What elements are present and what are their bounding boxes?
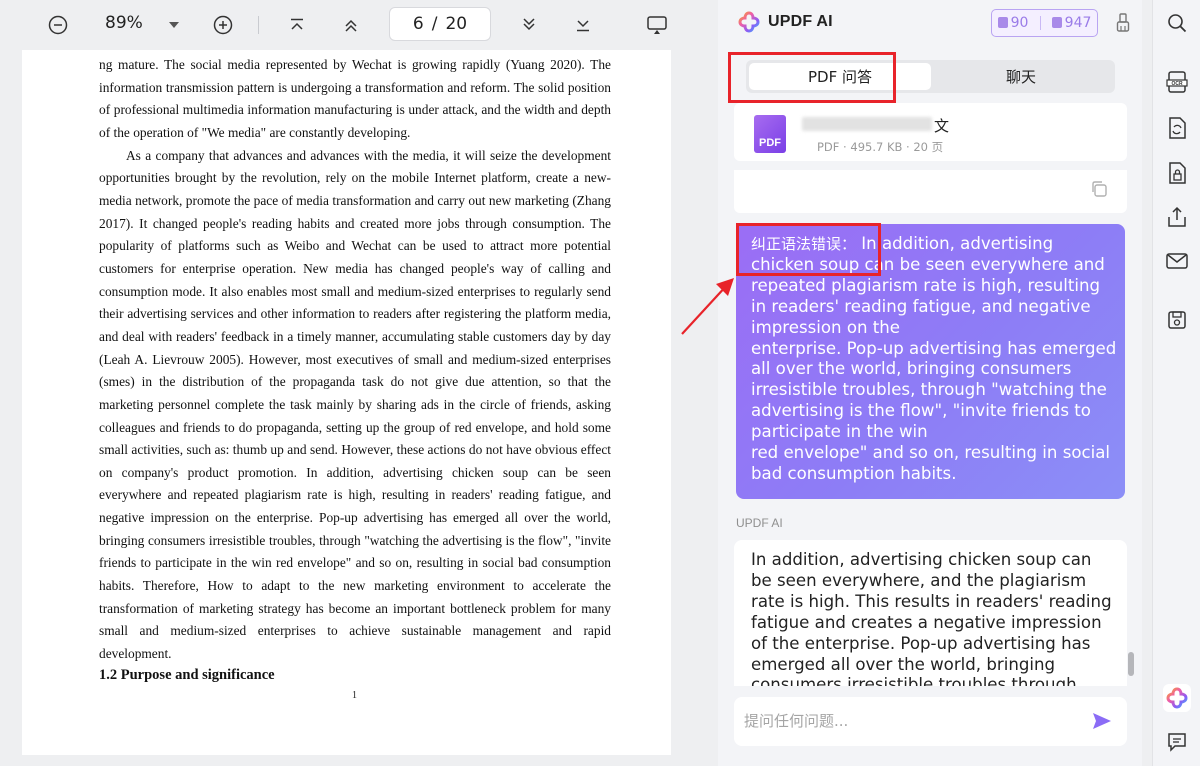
search-icon[interactable]	[1165, 11, 1189, 35]
paragraph: ng mature. The social media represented …	[99, 57, 611, 140]
updf-logo-icon	[738, 11, 760, 33]
total-pages: 20	[445, 14, 468, 34]
blurred-file-name	[802, 117, 932, 131]
file-name: 文	[934, 117, 950, 135]
pdf-file-icon: PDF	[754, 115, 786, 153]
chat-input[interactable]	[744, 707, 1074, 735]
zoom-dropdown-icon[interactable]	[166, 10, 182, 40]
svg-text:OCR: OCR	[1171, 81, 1183, 87]
email-icon[interactable]	[1165, 249, 1189, 273]
ai-panel: UPDF AI 90 947 PDF 问答 聊天 PDF 文 PDF · 495…	[718, 0, 1142, 766]
protect-icon[interactable]	[1165, 161, 1189, 185]
ai-message-text: In addition, advertising chicken soup ca…	[751, 550, 1112, 686]
document-page[interactable]: ng mature. The social media represented …	[22, 50, 671, 755]
right-toolbar: OCR	[1152, 0, 1200, 766]
ai-message: In addition, advertising chicken soup ca…	[734, 540, 1127, 686]
credits-b: 947	[1051, 15, 1091, 31]
credits-divider	[1039, 16, 1041, 30]
credits-a: 90	[997, 15, 1028, 31]
panel-title: UPDF AI	[768, 13, 833, 30]
annotation-box-tab	[728, 52, 896, 103]
copy-icon[interactable]	[1090, 180, 1108, 198]
annotation-arrow-icon	[672, 270, 742, 344]
zoom-value[interactable]: 89%	[105, 13, 143, 33]
clean-icon[interactable]	[1116, 12, 1130, 34]
document-credit-icon	[997, 17, 1008, 28]
toolbar-divider	[258, 16, 259, 34]
comment-icon[interactable]	[1165, 730, 1189, 754]
save-icon[interactable]	[1165, 308, 1189, 332]
current-page[interactable]: 6	[413, 14, 424, 34]
ai-sender-label: UPDF AI	[736, 516, 783, 530]
section-heading: 1.2 Purpose and significance	[99, 667, 275, 683]
last-page-icon[interactable]	[572, 10, 594, 40]
credits-badge[interactable]: 90 947	[991, 9, 1098, 37]
next-page-icon[interactable]	[518, 10, 540, 40]
chat-credit-icon	[1051, 17, 1062, 28]
file-meta: PDF · 495.7 KB · 20 页	[817, 140, 944, 154]
previous-message-card	[734, 170, 1127, 213]
page-footer-number: 1	[352, 690, 357, 701]
zoom-in-icon[interactable]	[211, 10, 235, 40]
annotation-box-prompt	[736, 223, 881, 276]
updf-ai-icon[interactable]	[1163, 684, 1191, 712]
file-card[interactable]: PDF 文 PDF · 495.7 KB · 20 页	[734, 103, 1127, 161]
document-body: ng mature. The social media represented …	[99, 54, 611, 666]
convert-icon[interactable]	[1165, 116, 1189, 140]
zoom-out-icon[interactable]	[46, 10, 70, 40]
first-page-icon[interactable]	[286, 10, 308, 40]
send-icon[interactable]	[1092, 712, 1112, 730]
page-number-field[interactable]: 6 / 20	[389, 7, 491, 41]
toolbar: 89% 6 / 20	[0, 0, 712, 50]
page-separator: /	[431, 14, 438, 34]
tab-chat[interactable]: 聊天	[930, 63, 1112, 90]
chat-scrollbar[interactable]	[1128, 652, 1134, 676]
paragraph: As a company that advances and advances …	[99, 147, 611, 662]
chat-input-bar	[734, 697, 1127, 746]
share-icon[interactable]	[1165, 205, 1189, 229]
presentation-icon[interactable]	[645, 10, 669, 40]
prev-page-icon[interactable]	[340, 10, 362, 40]
ocr-icon[interactable]: OCR	[1165, 70, 1189, 94]
